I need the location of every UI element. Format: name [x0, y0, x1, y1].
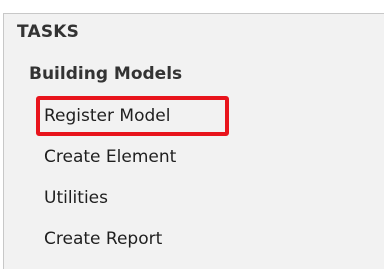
highlight-box: [36, 96, 229, 136]
panel-title: TASKS: [17, 22, 80, 42]
nav-item-utilities[interactable]: Utilities: [44, 188, 108, 208]
section-heading-building-models: Building Models: [29, 64, 183, 84]
nav-item-create-report[interactable]: Create Report: [44, 229, 162, 249]
nav-item-create-element[interactable]: Create Element: [44, 147, 176, 167]
tasks-panel: TASKS Building Models Register Model Cre…: [3, 13, 384, 269]
top-strip: [0, 0, 384, 13]
